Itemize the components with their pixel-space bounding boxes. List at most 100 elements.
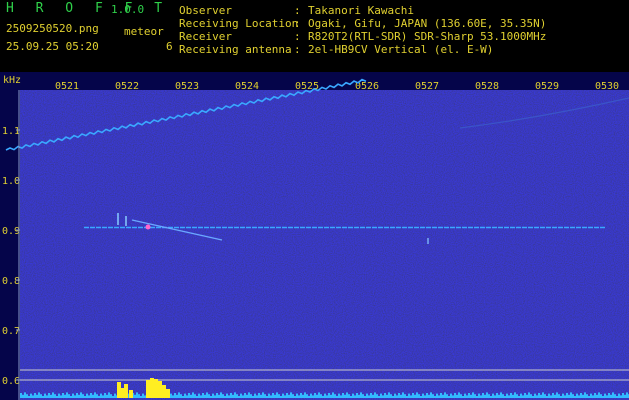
histogram-bar	[364, 396, 366, 398]
timestamp: 25.09.25 05:20	[6, 40, 99, 53]
histogram-bar	[350, 396, 352, 398]
histogram-bar	[216, 393, 218, 398]
app-version: 1.0.0	[111, 3, 145, 16]
histogram-bar	[108, 392, 110, 398]
histogram-bar	[106, 394, 108, 398]
histogram-bar	[230, 393, 232, 398]
histogram-peak	[158, 381, 162, 398]
histogram-bar	[360, 392, 362, 398]
histogram-bar	[72, 393, 74, 398]
histogram-bar	[280, 396, 282, 398]
histogram-bar	[62, 393, 64, 398]
y-tick-label: 1.0	[2, 176, 20, 187]
histogram-bar	[440, 393, 442, 398]
histogram-bar	[480, 395, 482, 398]
histogram-bar	[564, 395, 566, 398]
histogram-bar	[314, 393, 316, 398]
histogram-bar	[226, 393, 228, 398]
histogram-bar	[422, 393, 424, 398]
histogram-bar	[184, 393, 186, 398]
histogram-bar	[448, 396, 450, 398]
histogram-bar	[470, 394, 472, 398]
histogram-bar	[276, 392, 278, 398]
histogram-bar	[576, 393, 578, 398]
histogram-bar	[384, 393, 386, 398]
histogram-bar	[246, 394, 248, 398]
histogram-bar	[414, 394, 416, 398]
histogram-bar	[612, 392, 614, 398]
histogram-peak	[162, 385, 166, 398]
histogram-bar	[182, 396, 184, 398]
histogram-bar	[100, 393, 102, 398]
histogram-bar	[48, 393, 50, 398]
histogram-bar	[200, 395, 202, 398]
histogram-bar	[438, 395, 440, 398]
histogram-bar	[362, 394, 364, 398]
histogram-bar	[398, 393, 400, 398]
histogram-bar	[174, 393, 176, 398]
meteor-count: 6	[166, 40, 173, 53]
histogram-bar	[196, 396, 198, 398]
histogram-bar	[542, 392, 544, 398]
histogram-bar	[526, 394, 528, 398]
histogram-bar	[620, 395, 622, 398]
histogram-bar	[430, 392, 432, 398]
histogram-bar	[570, 392, 572, 398]
histogram-bar	[464, 393, 466, 398]
histogram-peak	[166, 389, 170, 398]
histogram-bar	[232, 394, 234, 398]
spectrogram-noise	[20, 90, 629, 400]
histogram-peak	[154, 379, 158, 398]
histogram-bar	[402, 392, 404, 398]
histogram-bar	[318, 392, 320, 398]
histogram-bar	[136, 392, 138, 398]
histogram-bar	[206, 392, 208, 398]
histogram-bar	[42, 396, 44, 398]
histogram-bar	[210, 396, 212, 398]
histogram-bar	[234, 392, 236, 398]
histogram-bar	[248, 392, 250, 398]
histogram-bar	[488, 394, 490, 398]
histogram-bar	[394, 393, 396, 398]
histogram-bar	[540, 394, 542, 398]
histogram-bar	[490, 396, 492, 398]
histogram-bar	[330, 394, 332, 398]
histogram-bar	[428, 394, 430, 398]
histogram-bar	[372, 394, 374, 398]
histogram-bar	[358, 394, 360, 398]
histogram-bar	[548, 393, 550, 398]
histogram-bar	[176, 394, 178, 398]
histogram-bar	[114, 393, 116, 398]
histogram-bar	[602, 396, 604, 398]
histogram-bar	[356, 393, 358, 398]
histogram-bar	[502, 394, 504, 398]
histogram-bar	[186, 395, 188, 398]
histogram-bar	[256, 395, 258, 398]
x-tick-label: 0522	[115, 81, 139, 92]
histogram-bar	[354, 395, 356, 398]
histogram-bar	[192, 392, 194, 398]
histogram-bar	[294, 396, 296, 398]
meteor-echo-head	[145, 224, 151, 230]
histogram-bar	[90, 393, 92, 398]
histogram-bar	[596, 394, 598, 398]
histogram-bar	[316, 394, 318, 398]
y-tick-label: 0.7	[2, 326, 20, 337]
histogram-peak	[150, 378, 154, 398]
histogram-bar	[382, 395, 384, 398]
histogram-bar	[94, 392, 96, 398]
x-tick-label: 0528	[475, 81, 499, 92]
histogram-bar	[172, 395, 174, 398]
header-panel: H R O F F T 1.0.0 2509250520.png meteor …	[0, 0, 629, 72]
histogram-bar	[272, 393, 274, 398]
x-tick-label: 0529	[535, 81, 559, 92]
histogram-bar	[254, 393, 256, 398]
histogram-bar	[476, 396, 478, 398]
histogram-bar	[504, 396, 506, 398]
histogram-bar	[460, 394, 462, 398]
x-tick-label: 0530	[595, 81, 619, 92]
histogram-bar	[82, 394, 84, 398]
histogram-bar	[374, 392, 376, 398]
histogram-bar	[224, 396, 226, 398]
histogram-bar	[84, 396, 86, 398]
